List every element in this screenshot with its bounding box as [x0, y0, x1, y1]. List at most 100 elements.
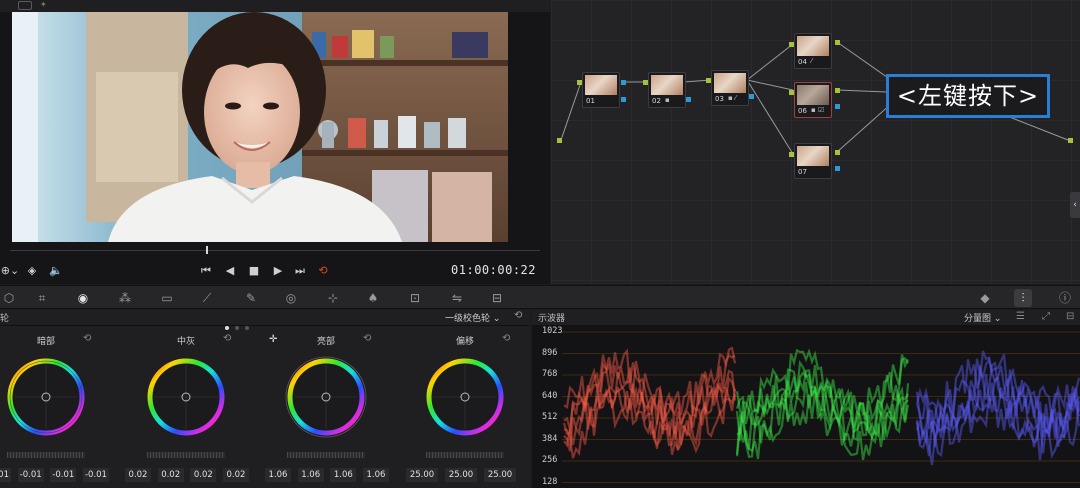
qualifier-icon[interactable]: ✎: [242, 289, 260, 307]
value-b[interactable]: 1.06: [362, 468, 389, 482]
close-icon[interactable]: ⊟: [1066, 311, 1074, 322]
node-07[interactable]: 07: [794, 143, 832, 179]
lightbox-icon[interactable]: ◆: [976, 289, 994, 307]
reset-icon[interactable]: ⟲: [83, 333, 91, 344]
color-wheel[interactable]: [285, 356, 367, 438]
key-icon[interactable]: ⊡: [406, 289, 424, 307]
skip-to-start-icon[interactable]: ⏮: [198, 262, 214, 280]
curves-icon[interactable]: ⟋: [198, 289, 216, 307]
window-icon[interactable]: ◎: [282, 289, 300, 307]
node-output-port[interactable]: [835, 166, 840, 171]
input-port[interactable]: [557, 138, 562, 143]
node-output-port[interactable]: [835, 150, 840, 155]
value-y[interactable]: 1.06: [265, 468, 291, 482]
expand-panel-icon[interactable]: ‹: [1070, 192, 1080, 218]
layers-icon[interactable]: ◈: [24, 262, 40, 280]
enhance-icon[interactable]: ✦: [40, 1, 54, 10]
node-02[interactable]: 02 ▪: [648, 72, 686, 108]
audio-icon[interactable]: 🔈: [48, 262, 64, 280]
wheel-mode-dropdown[interactable]: 一级校色轮 ⌄: [445, 311, 500, 324]
value-b[interactable]: 25.00: [484, 468, 516, 482]
wheel-values: -0.01 -0.01 -0.01 -0.01: [0, 468, 109, 482]
reset-icon[interactable]: ⟲: [363, 333, 371, 344]
playhead[interactable]: [206, 246, 208, 254]
wheel-values: 1.06 1.06 1.06 1.06: [265, 468, 389, 482]
rgb-mixer-icon[interactable]: ⁂: [116, 289, 134, 307]
node-output-port[interactable]: [621, 80, 626, 85]
node-01[interactable]: 01: [582, 72, 620, 108]
node-input-port[interactable]: [577, 80, 582, 85]
scope-settings-icon[interactable]: ☰: [1016, 311, 1025, 322]
value-b[interactable]: -0.01: [82, 468, 109, 482]
node-06[interactable]: 06 ▪ ☑: [794, 82, 832, 118]
value-r[interactable]: 1.06: [297, 468, 324, 482]
node-input-port[interactable]: [643, 80, 648, 85]
scope-type-dropdown[interactable]: 分量图 ⌄: [964, 311, 1001, 324]
node-input-port[interactable]: [789, 90, 794, 95]
value-g[interactable]: -0.01: [50, 468, 77, 482]
skip-to-end-icon[interactable]: ⏭: [292, 262, 308, 280]
reset-icon[interactable]: ⟲: [223, 333, 231, 344]
color-wheel[interactable]: [145, 356, 227, 438]
grade-mode-icon[interactable]: ⊕⌄: [0, 262, 20, 280]
reset-icon[interactable]: ⟲: [502, 333, 510, 344]
blur-icon[interactable]: ♠: [364, 289, 382, 307]
node-editor[interactable]: 01 02 ▪ 03 ▪ ⁄ 04 ⁄ 06 ▪ ☑ 07 <左键按下> ‹: [551, 0, 1080, 284]
master-slider[interactable]: [426, 452, 504, 458]
play-icon[interactable]: ▶: [270, 262, 286, 280]
value-g[interactable]: 1.06: [330, 468, 357, 482]
timeline-scrubber[interactable]: [0, 246, 550, 254]
color-wheel[interactable]: [424, 356, 506, 438]
node-output-port[interactable]: [835, 88, 840, 93]
viewer-panel: ✦ ⊕⌄ ◈ 🔈 ⏮ ◀ ■ ▶ ⏭ ⟲ 01:00:00:22: [0, 0, 550, 284]
video-frame: [12, 12, 508, 242]
node-output-port[interactable]: [621, 97, 626, 102]
viewer-mode-icon[interactable]: [18, 1, 32, 10]
timecode-display: 01:00:00:22: [451, 263, 536, 277]
value-y[interactable]: 0.02: [125, 468, 151, 482]
tracker-icon[interactable]: ⊹: [324, 289, 342, 307]
scopes-icon[interactable]: ⫶: [1014, 289, 1032, 307]
master-slider[interactable]: [7, 452, 85, 458]
value-r[interactable]: 0.02: [157, 468, 184, 482]
wheel-name: 偏移: [455, 337, 474, 347]
node-input-port[interactable]: [789, 152, 794, 157]
master-slider[interactable]: [287, 452, 365, 458]
value-b[interactable]: 0.02: [222, 468, 249, 482]
left-click-callout: <左键按下>: [886, 74, 1050, 118]
viewer-top-bar: ✦: [0, 0, 550, 12]
loop-icon[interactable]: ⟲: [314, 262, 332, 280]
parade-plot: [562, 331, 1080, 483]
value-r[interactable]: -0.01: [17, 468, 44, 482]
scrubber-track[interactable]: [10, 250, 540, 251]
node-label: 01: [586, 97, 595, 105]
stop-icon[interactable]: ■: [246, 262, 262, 280]
node-output-port[interactable]: [835, 40, 840, 45]
page-dot[interactable]: [245, 326, 249, 330]
node-input-port[interactable]: [789, 42, 794, 47]
color-wheels-panel: 轮 一级校色轮 ⌄ ⟲ 暗部 ⟲ -0.01 -0.01 -0.01 -0.01…: [0, 310, 530, 488]
color-match-icon[interactable]: ⌗: [33, 289, 51, 307]
value-g[interactable]: 25.00: [445, 468, 477, 482]
output-port[interactable]: [1068, 138, 1073, 143]
camera-raw-icon[interactable]: ⬡: [0, 289, 18, 307]
motion-effects-icon[interactable]: ▭: [158, 289, 176, 307]
node-output-port[interactable]: [686, 97, 691, 102]
node-04[interactable]: 04 ⁄: [794, 33, 832, 69]
node-output-port[interactable]: [835, 104, 840, 109]
value-y[interactable]: -0.01: [0, 468, 11, 482]
master-slider[interactable]: [147, 452, 225, 458]
expand-icon[interactable]: ⤢: [1042, 311, 1050, 322]
sizing-icon[interactable]: ⇋: [448, 289, 466, 307]
reset-all-icon[interactable]: ⟲: [514, 310, 522, 321]
value-g[interactable]: 0.02: [190, 468, 217, 482]
play-reverse-icon[interactable]: ◀: [222, 262, 238, 280]
node-03[interactable]: 03 ▪ ⁄: [711, 70, 749, 106]
color-wheels-icon[interactable]: ◉: [74, 289, 92, 307]
node-output-port[interactable]: [749, 94, 754, 99]
3d-icon[interactable]: ⊟: [488, 289, 506, 307]
info-icon[interactable]: ⓘ: [1056, 289, 1074, 307]
node-input-port[interactable]: [706, 78, 711, 83]
value-r[interactable]: 25.00: [406, 468, 438, 482]
color-wheel[interactable]: [5, 356, 87, 438]
